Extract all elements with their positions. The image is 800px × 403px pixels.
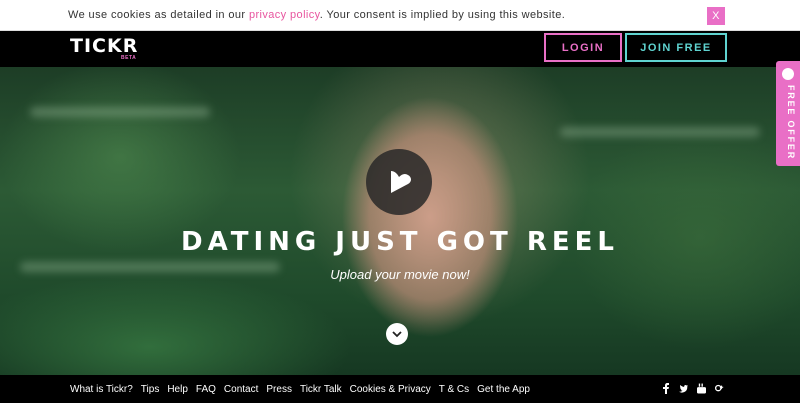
site-header: TICKR BETA LOGIN JOIN FREE (0, 31, 800, 67)
privacy-policy-link[interactable]: privacy policy (249, 9, 320, 21)
footer-link-help[interactable]: Help (167, 384, 188, 395)
join-free-button[interactable]: JOIN FREE (625, 33, 727, 62)
background-blur (30, 107, 210, 117)
footer-link-tips[interactable]: Tips (141, 384, 160, 395)
cookie-banner: We use cookies as detailed in our privac… (0, 0, 800, 31)
footer-nav: What is Tickr? Tips Help FAQ Contact Pre… (70, 384, 530, 395)
facebook-icon[interactable] (661, 383, 670, 394)
free-offer-tab[interactable]: FREE OFFER (776, 61, 800, 166)
free-offer-label: FREE OFFER (786, 85, 796, 161)
social-links (661, 383, 724, 394)
site-footer: What is Tickr? Tips Help FAQ Contact Pre… (0, 375, 800, 403)
footer-link-press[interactable]: Press (266, 384, 292, 395)
footer-link-cookies-privacy[interactable]: Cookies & Privacy (350, 384, 431, 395)
youtube-icon[interactable] (697, 383, 706, 394)
login-button[interactable]: LOGIN (544, 33, 622, 62)
play-icon (782, 68, 794, 80)
scroll-down-button[interactable] (386, 323, 408, 345)
hero-title: DATING JUST GOT REEL (181, 227, 619, 257)
cookie-text-before: We use cookies as detailed in our (68, 9, 249, 21)
cookie-message: We use cookies as detailed in our privac… (68, 9, 565, 21)
footer-link-get-app[interactable]: Get the App (477, 384, 530, 395)
background-blur (560, 127, 760, 137)
heart-play-icon (391, 171, 411, 193)
hero-video-banner: DATING JUST GOT REEL Upload your movie n… (0, 67, 800, 375)
beta-tag: BETA (121, 55, 137, 61)
footer-link-terms[interactable]: T & Cs (439, 384, 469, 395)
footer-link-faq[interactable]: FAQ (196, 384, 216, 395)
play-video-button[interactable] (366, 149, 432, 215)
cookie-text-after: . Your consent is implied by using this … (319, 9, 566, 21)
hero-subtitle: Upload your movie now! (330, 267, 470, 282)
footer-link-contact[interactable]: Contact (224, 384, 258, 395)
twitter-icon[interactable] (679, 383, 688, 394)
chevron-down-icon (392, 331, 402, 338)
tickr-logo[interactable]: TICKR (70, 36, 138, 56)
footer-link-what-is-tickr[interactable]: What is Tickr? (70, 384, 133, 395)
cookie-close-button[interactable]: X (707, 7, 725, 25)
footer-link-tickr-talk[interactable]: Tickr Talk (300, 384, 342, 395)
google-plus-icon[interactable] (715, 383, 724, 394)
